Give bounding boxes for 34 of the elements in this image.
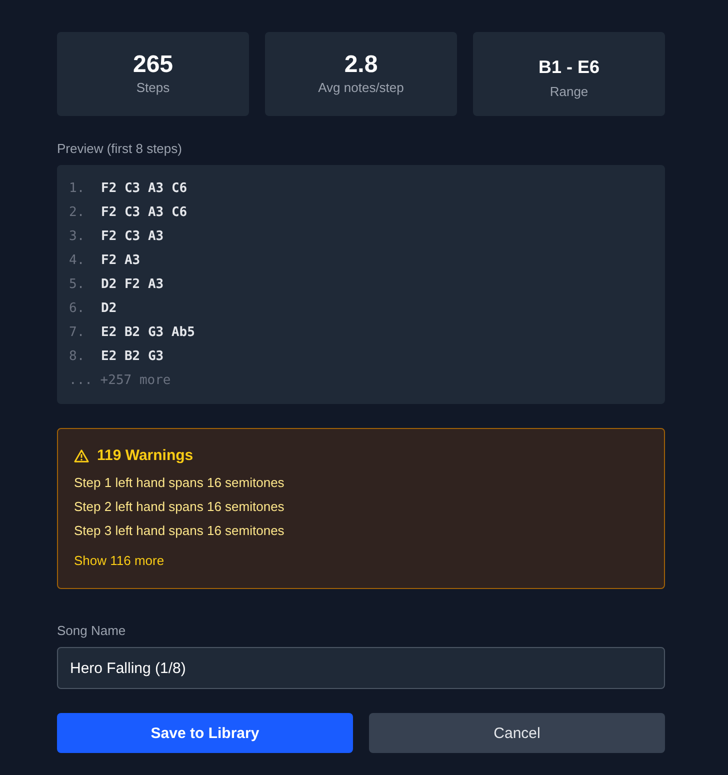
- step-notes: D2: [101, 300, 117, 316]
- step-notes: F2 A3: [101, 252, 140, 268]
- line-number: 5.: [69, 276, 86, 292]
- line-number: 2.: [69, 204, 86, 220]
- save-button[interactable]: Save to Library: [57, 713, 353, 753]
- preview-label: Preview (first 8 steps): [57, 141, 183, 156]
- step-notes: F2 C3 A3 C6: [101, 180, 188, 196]
- line-number: 7.: [69, 324, 86, 340]
- warning-text: Step 2 left hand spans 16 semitones: [74, 498, 286, 516]
- line-number: 6.: [69, 300, 86, 316]
- step-notes: F2 C3 A3 C6: [101, 204, 188, 220]
- line-number: 4.: [69, 252, 86, 268]
- stat-label: Avg notes/step: [318, 79, 404, 97]
- line-number: 3.: [69, 228, 86, 244]
- song-name-field[interactable]: Hero Falling (1/8): [57, 647, 665, 689]
- warning-text: Step 3 left hand spans 16 semitones: [74, 522, 286, 540]
- line-number: 1.: [69, 180, 86, 196]
- song-name-label: Song Name: [57, 623, 127, 638]
- warnings-title: 119 Warnings: [97, 447, 194, 464]
- stat-value: 265: [132, 51, 174, 79]
- step-notes: E2 B2 G3: [101, 348, 164, 364]
- stat-label: Steps: [136, 79, 170, 97]
- step-notes: F2 C3 A3: [101, 228, 164, 244]
- cancel-button[interactable]: Cancel: [369, 713, 665, 753]
- warning-icon: [74, 448, 89, 462]
- stat-value: B1 - E6: [538, 56, 600, 79]
- step-notes: D2 F2 A3: [101, 276, 164, 292]
- stat-value: 2.8: [344, 51, 378, 79]
- stat-label: Range: [550, 83, 588, 101]
- line-number: 8.: [69, 348, 86, 364]
- more-steps-text: ... +257 more: [69, 372, 171, 388]
- warning-text: Step 1 left hand spans 16 semitones: [74, 474, 286, 492]
- show-more-link[interactable]: Show 116 more: [74, 553, 164, 568]
- step-notes: E2 B2 G3 Ab5: [101, 324, 195, 340]
